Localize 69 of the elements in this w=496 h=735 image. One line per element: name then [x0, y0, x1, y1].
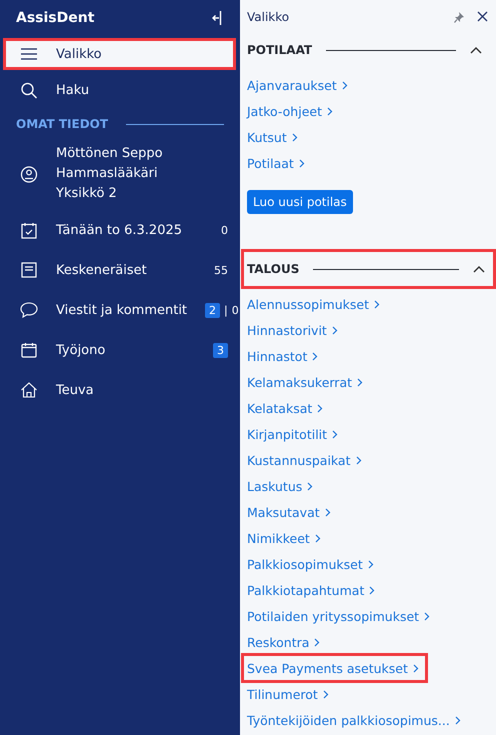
menu-link[interactable]: Hinnastot [247, 343, 318, 369]
menu-link[interactable]: Nimikkeet [247, 525, 321, 551]
chevron-icon [298, 158, 305, 168]
chevron-icon [332, 430, 338, 438]
menu-link[interactable]: Potilaat [247, 150, 305, 176]
speech-bubble-icon [20, 302, 38, 318]
chevron-icon [369, 586, 376, 594]
chevron-icon [307, 482, 314, 490]
menu-link[interactable]: Laskutus [247, 473, 314, 499]
caret-icon [473, 265, 485, 273]
menu-link[interactable]: Svea Payments asetukset [244, 656, 425, 680]
nav-item[interactable]: Viestit ja kommentit 2 | 0 [0, 290, 240, 330]
section-header[interactable]: TALOUS [244, 252, 493, 286]
menu-link[interactable]: Työntekijöiden palkkiosopimus... [247, 707, 461, 733]
caret-icon [470, 46, 482, 54]
menu-link[interactable]: Maksutavat [247, 499, 331, 525]
chevron-icon [314, 534, 321, 542]
nav-item[interactable]: Haku [0, 70, 240, 110]
menu-link[interactable]: Hinnastorivit [247, 317, 338, 343]
chevron-icon [374, 300, 380, 308]
nav-item[interactable]: Valikko [3, 38, 236, 70]
app-title: AssisDent [16, 10, 94, 26]
calendar-check-icon [20, 222, 38, 238]
search-icon [20, 82, 38, 98]
pin-icon[interactable] [454, 10, 465, 22]
chevron-icon [322, 690, 329, 698]
chevron-icon [368, 560, 374, 568]
menu-link[interactable]: Potilaiden yrityssopimukset [247, 603, 430, 629]
menu-link[interactable]: Kustannuspaikat [247, 447, 362, 473]
chevron-icon [332, 326, 338, 334]
chevron-icon [292, 132, 298, 142]
chevron-icon [454, 716, 461, 724]
chevron-icon [424, 612, 430, 620]
nav-item[interactable]: Keskeneräiset 55 [0, 250, 240, 290]
menu-link[interactable]: Kelataksat [247, 395, 324, 421]
menu-link[interactable]: Kelamaksukerrat [247, 369, 364, 395]
document-icon [20, 262, 38, 278]
nav-item[interactable]: Möttönen Seppo Hammaslääkäri Yksikkö 2 [0, 138, 240, 210]
section-header[interactable]: POTILAAT [247, 33, 488, 67]
chevron-icon [342, 80, 348, 90]
chevron-icon [356, 456, 362, 464]
chevron-icon [324, 508, 331, 516]
close-icon[interactable] [477, 11, 488, 22]
chevron-icon [357, 378, 364, 386]
nav-item[interactable]: Työjono 3 [0, 330, 240, 370]
user-icon [20, 166, 38, 182]
panel-title: Valikko [247, 10, 290, 24]
new-patient-button[interactable]: Luo uusi potilas [247, 190, 353, 214]
nav-item[interactable]: Teuva [0, 370, 240, 410]
menu-link[interactable]: Kutsut [247, 124, 298, 150]
menu-link[interactable]: Palkkiotapahtumat [247, 577, 376, 603]
menu-icon [20, 48, 38, 60]
menu-link[interactable]: Palkkiosopimukset [247, 551, 374, 577]
menu-link[interactable]: Ajanvaraukset [247, 72, 348, 98]
menu-link[interactable]: Jatko-ohjeet [247, 98, 333, 124]
collapse-icon[interactable] [212, 10, 222, 26]
menu-link[interactable]: Kirjanpitotilit [247, 421, 338, 447]
chevron-icon [412, 664, 419, 672]
chevron-icon [314, 638, 320, 646]
menu-link[interactable]: Tilinumerot [247, 681, 329, 707]
house-icon [20, 382, 38, 398]
menu-link[interactable]: Alennussopimukset [247, 291, 380, 317]
nav-item[interactable]: Tänään to 6.3.2025 0 [0, 210, 240, 250]
menu-link[interactable]: Reskontra [247, 629, 320, 655]
chevron-icon [327, 106, 333, 116]
chevron-icon [312, 352, 318, 360]
chevron-icon [317, 404, 324, 412]
calendar-icon [20, 342, 38, 358]
section-title: OMAT TIEDOT [16, 117, 108, 131]
